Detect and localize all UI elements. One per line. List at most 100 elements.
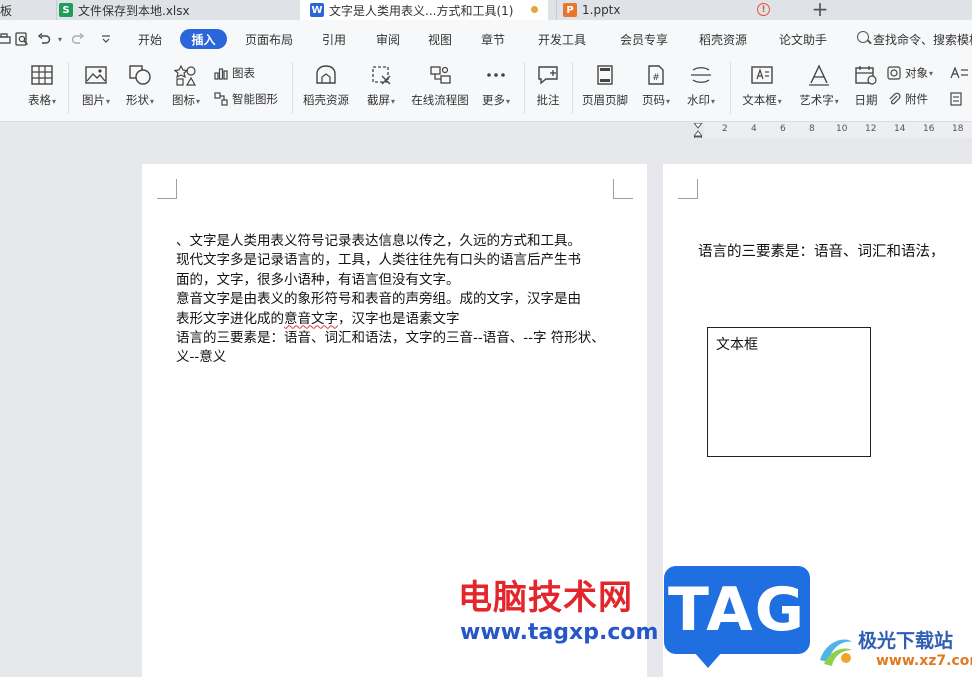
redo-icon[interactable] <box>70 31 86 47</box>
tab-xlsx[interactable]: S 文件保存到本地.xlsx <box>56 0 292 20</box>
paragraph-line: 义--意义 <box>176 349 227 366</box>
menu-developer[interactable]: 开发工具 <box>538 31 586 48</box>
table-label: 表格 <box>27 93 51 107</box>
header-footer-label: 页眉页脚 <box>582 93 628 107</box>
menu-insert[interactable]: 插入 <box>180 29 227 49</box>
header-footer-button[interactable]: 页眉页脚 <box>578 58 632 114</box>
paragraph-line: 现代文字多是记录语言的，工具，人类往往先有口头的语言后产生书 <box>176 252 581 269</box>
customize-toolbar-icon[interactable] <box>98 31 114 47</box>
shape-icon <box>129 65 151 85</box>
docer-resources-button[interactable]: 稻壳资源 <box>298 58 354 114</box>
horizontal-ruler[interactable]: 2 4 6 8 10 12 14 16 18 <box>704 122 972 138</box>
aurora-logo-icon <box>820 639 852 666</box>
menu-membership[interactable]: 会员专享 <box>620 31 668 48</box>
tab-label: 文件保存到本地.xlsx <box>78 3 190 18</box>
paragraph-line: 表形文字进化成的意音文字，汉字也是语素文字 <box>176 310 626 329</box>
page-1-body-text[interactable]: 、文字是人类用表义符号记录表达信息以传之，久远的方式和工具。 现代文字多是记录语… <box>176 232 626 368</box>
ribbon-divider <box>524 62 525 114</box>
paperclip-icon <box>889 92 901 105</box>
smart-art-button[interactable]: 智能图形 <box>214 90 278 108</box>
date-button[interactable]: 日期 <box>850 58 882 114</box>
chart-button[interactable]: 图表 <box>214 64 255 82</box>
menu-home[interactable]: 开始 <box>138 31 162 48</box>
attachment-label: 附件 <box>905 92 928 106</box>
comment-button[interactable]: 批注 <box>530 58 566 114</box>
icons-icon <box>174 64 197 86</box>
screenshot-button[interactable]: 截屏▾ <box>360 58 402 114</box>
smart-art-label: 智能图形 <box>232 92 278 106</box>
icon-library-button[interactable]: 图标▾ <box>166 58 206 114</box>
menu-references[interactable]: 引用 <box>322 31 346 48</box>
site-url: www.xz7.com <box>876 653 972 669</box>
document-tab-bar: 板 S 文件保存到本地.xlsx W 文字是人类用表义...方式和工具(1) P… <box>0 0 972 21</box>
shape-button[interactable]: 形状▾ <box>120 58 160 114</box>
doc-part-button[interactable] <box>950 90 972 108</box>
online-flowchart-button[interactable]: 在线流程图 <box>406 58 474 114</box>
comment-icon <box>538 66 558 85</box>
search-icon[interactable] <box>857 31 869 43</box>
chart-icon <box>214 68 228 80</box>
undo-dropdown-icon[interactable]: ▾ <box>52 31 68 47</box>
command-search[interactable]: 查找命令、搜索模板 <box>873 31 972 48</box>
warning-icon[interactable]: ! <box>757 3 770 16</box>
picture-button[interactable]: 图片▾ <box>76 58 116 114</box>
text-box-shape[interactable]: 文本框 <box>707 327 871 457</box>
flowchart-label: 在线流程图 <box>411 93 469 107</box>
menu-view[interactable]: 视图 <box>428 31 452 48</box>
more-button[interactable]: 更多▾ <box>476 58 516 114</box>
watermark-url: www.tagxp.com <box>460 620 659 645</box>
page-number-button[interactable]: # 页码▾ <box>636 58 676 114</box>
ruler-mark: 16 <box>923 124 935 134</box>
site-name: 极光下载站 <box>858 630 954 652</box>
watermark-button[interactable]: 水印▾ <box>680 58 722 114</box>
textbox-button[interactable]: 文本框▾ <box>736 58 788 114</box>
tab-pptx[interactable]: P 1.pptx ! <box>556 0 774 20</box>
margin-corner-mark <box>613 179 633 199</box>
object-button[interactable]: 对象 ▾ <box>887 64 933 82</box>
doc-part-icon <box>950 92 962 106</box>
ribbon-divider <box>292 62 293 114</box>
menu-thesis[interactable]: 论文助手 <box>779 31 827 48</box>
tab-active-document[interactable]: W 文字是人类用表义...方式和工具(1) <box>300 0 548 20</box>
presentation-icon: P <box>563 3 577 17</box>
undo-icon[interactable] <box>36 31 52 47</box>
picture-icon <box>85 66 107 84</box>
dropcap-button[interactable] <box>950 64 972 82</box>
paragraph-line: 意音文字是由表义的象形符号和表音的声旁组。成的文字，汉字是由 <box>176 291 581 308</box>
menu-docer[interactable]: 稻壳资源 <box>699 31 747 48</box>
ruler-mark: 4 <box>751 124 757 134</box>
menu-page-layout[interactable]: 页面布局 <box>245 31 293 48</box>
docer-shell-icon <box>316 65 336 84</box>
print-icon[interactable] <box>0 31 12 47</box>
screenshot-label: 截屏 <box>366 93 390 107</box>
menu-chapter[interactable]: 章节 <box>481 31 505 48</box>
ruler-mark: 18 <box>952 124 964 134</box>
table-button[interactable]: 表格▾ <box>22 58 62 114</box>
more-icon <box>487 73 505 77</box>
chart-label: 图表 <box>232 66 255 80</box>
ruler-mark: 12 <box>865 124 877 134</box>
ribbon-divider <box>68 62 69 114</box>
text-run: ，汉字也是语素文字 <box>338 310 460 327</box>
text-box-content[interactable]: 文本框 <box>716 334 758 354</box>
table-icon <box>31 65 53 85</box>
new-tab-button[interactable]: + <box>808 0 832 21</box>
watermark-icon <box>691 67 711 83</box>
page-2-text[interactable]: 语言的三要素是：语音、词汇和语法， <box>698 240 945 261</box>
ruler-mark: 14 <box>894 124 906 134</box>
menu-review[interactable]: 审阅 <box>376 31 400 48</box>
wordart-icon <box>809 64 829 86</box>
textbox-icon <box>751 66 773 84</box>
attachment-button[interactable]: 附件 <box>887 90 928 108</box>
tab-partial[interactable]: 板 <box>0 0 48 20</box>
tab-label: 1.pptx <box>582 3 621 17</box>
text-run: 表形文字进化成的 <box>176 310 284 327</box>
page-number-label: 页码 <box>641 93 665 107</box>
wordart-button[interactable]: 艺术字▾ <box>794 58 844 114</box>
paragraph-line: 、文字是人类用表义符号记录表达信息以传之，久远的方式和工具。 <box>176 233 581 249</box>
print-preview-icon[interactable] <box>14 31 30 47</box>
tab-label: 板 <box>0 3 13 18</box>
screenshot-icon <box>372 66 391 85</box>
spellcheck-text: 意音文字 <box>284 310 338 327</box>
watermark-brand-text: 电脑技术网 <box>458 578 633 618</box>
